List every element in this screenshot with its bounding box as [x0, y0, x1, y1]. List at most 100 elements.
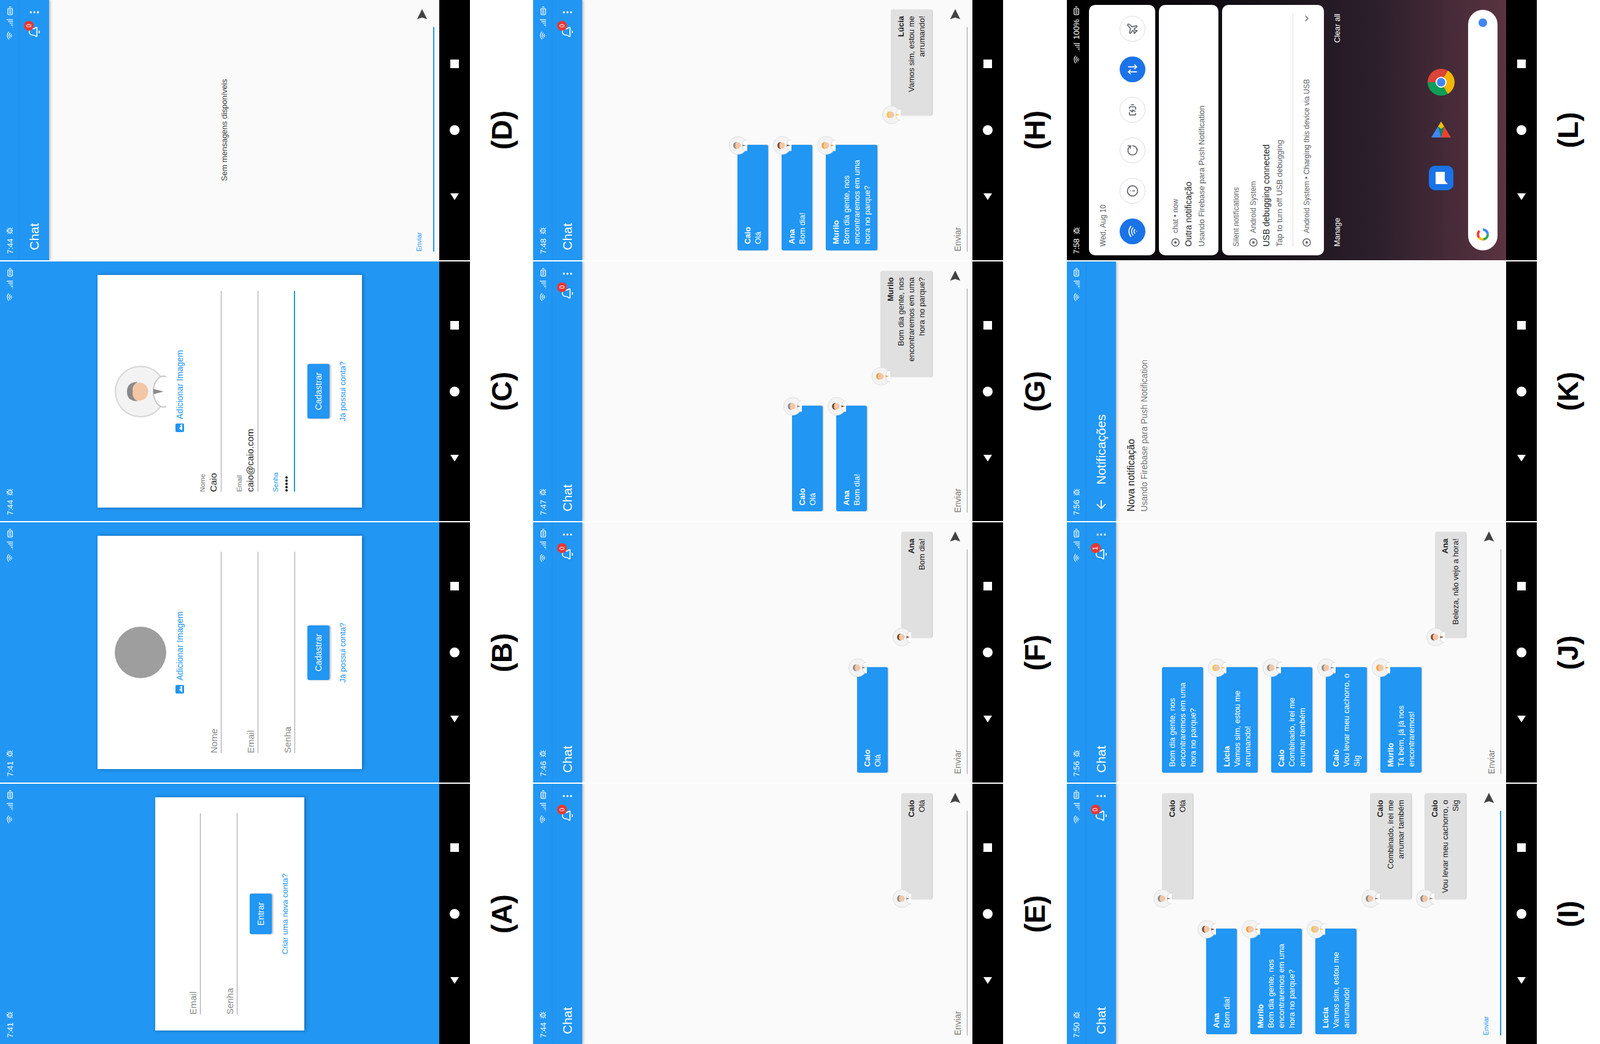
home-icon[interactable]: [448, 385, 461, 398]
recents-icon[interactable]: [1515, 579, 1528, 593]
quick-tile[interactable]: [1119, 177, 1146, 204]
recents-icon[interactable]: [448, 57, 461, 70]
quick-tile[interactable]: [1119, 137, 1146, 164]
notification-button[interactable]: 0: [1095, 809, 1108, 822]
menu-icon[interactable]: [561, 528, 574, 542]
google-search-bar[interactable]: [1468, 9, 1498, 251]
notification[interactable]: Android SystemUSB debugging connectedTap…: [1246, 13, 1287, 247]
recents-icon[interactable]: [1515, 57, 1528, 70]
notification-button[interactable]: 0: [561, 809, 574, 822]
message-input[interactable]: Enviar: [409, 26, 435, 252]
recents-icon[interactable]: [981, 841, 994, 854]
recents-icon[interactable]: [448, 841, 461, 854]
messages-icon[interactable]: [1427, 164, 1455, 192]
back-icon[interactable]: [448, 973, 461, 986]
add-image-button[interactable]: Adicionar Imagem: [174, 611, 185, 694]
send-icon[interactable]: [948, 7, 962, 21]
menu-icon[interactable]: [1095, 789, 1108, 802]
message-input[interactable]: Enviar: [942, 26, 968, 252]
notification-button[interactable]: 0: [561, 548, 574, 561]
recents-icon[interactable]: [448, 319, 461, 332]
back-icon[interactable]: [981, 973, 994, 986]
submit-button[interactable]: Cadastrar: [307, 363, 330, 419]
home-icon[interactable]: [448, 123, 461, 137]
menu-icon[interactable]: [1095, 528, 1108, 542]
message-input[interactable]: Enviar: [1476, 549, 1502, 775]
back-icon[interactable]: [448, 451, 461, 464]
submit-button[interactable]: Entrar: [249, 893, 272, 934]
home-icon[interactable]: [981, 123, 994, 137]
quick-tile[interactable]: [1119, 56, 1146, 83]
text-field[interactable]: Senha: [209, 812, 238, 1015]
submit-button[interactable]: Cadastrar: [307, 625, 330, 680]
back-icon[interactable]: [1515, 712, 1528, 725]
recents-icon[interactable]: [1515, 841, 1528, 854]
home-icon[interactable]: [1515, 385, 1528, 398]
expand-chevron-icon[interactable]: [1301, 13, 1312, 24]
home-icon[interactable]: [981, 385, 994, 398]
home-icon[interactable]: [1515, 646, 1528, 659]
back-icon[interactable]: [1515, 973, 1528, 986]
back-icon[interactable]: [981, 451, 994, 464]
back-icon[interactable]: [981, 190, 994, 203]
form-link[interactable]: Já possui conta?: [338, 622, 348, 683]
notification-button[interactable]: 0: [561, 287, 574, 300]
notification[interactable]: Android System • Charging this device vi…: [1299, 13, 1315, 247]
send-icon[interactable]: [948, 268, 962, 283]
send-icon[interactable]: [1482, 790, 1496, 805]
back-icon[interactable]: [1515, 190, 1528, 203]
notification-button[interactable]: 1: [1095, 548, 1108, 561]
send-icon[interactable]: [1482, 530, 1496, 544]
back-icon[interactable]: [448, 712, 461, 725]
recents-icon[interactable]: [448, 579, 461, 593]
home-icon[interactable]: [1515, 907, 1528, 920]
home-icon[interactable]: [448, 907, 461, 920]
add-image-button[interactable]: Adicionar Imagem: [174, 349, 185, 433]
message-input[interactable]: Enviar: [942, 288, 968, 513]
form-link[interactable]: Criar uma nova conta?: [280, 873, 290, 954]
send-icon[interactable]: [415, 7, 429, 21]
notification-item[interactable]: Nova notificaçãoUsando Firebase para Pus…: [1115, 261, 1159, 522]
profile-photo[interactable]: [114, 365, 167, 418]
home-icon[interactable]: [1515, 123, 1528, 137]
back-arrow-icon[interactable]: [1094, 498, 1108, 512]
text-field[interactable]: Nome: [193, 552, 222, 754]
back-icon[interactable]: [448, 190, 461, 203]
recents-icon[interactable]: [1515, 319, 1528, 332]
back-icon[interactable]: [1515, 451, 1528, 464]
shade-action-button[interactable]: Manage: [1332, 217, 1342, 247]
text-field[interactable]: Senha•••••: [266, 290, 296, 493]
quick-tile[interactable]: [1119, 15, 1146, 42]
menu-icon[interactable]: [561, 789, 574, 802]
form-link[interactable]: Já possui conta?: [338, 361, 348, 422]
message-input[interactable]: Enviar: [942, 810, 968, 1035]
notification-button[interactable]: 0: [28, 25, 41, 39]
menu-icon[interactable]: [561, 6, 574, 19]
recents-icon[interactable]: [981, 319, 994, 332]
quick-tile[interactable]: [1119, 96, 1146, 123]
message-input[interactable]: Enviar: [942, 549, 968, 775]
text-field[interactable]: Email: [230, 552, 259, 754]
shade-action-button[interactable]: Clear all: [1332, 13, 1342, 43]
play-store-icon[interactable]: [1427, 116, 1455, 144]
recents-icon[interactable]: [981, 57, 994, 70]
home-icon[interactable]: [981, 907, 994, 920]
home-icon[interactable]: [448, 646, 461, 659]
recents-icon[interactable]: [981, 579, 994, 593]
menu-icon[interactable]: [561, 267, 574, 280]
notification[interactable]: chat • nowOutra notificaçãoUsando Fireba…: [1168, 13, 1209, 247]
chrome-icon[interactable]: [1427, 68, 1455, 96]
quick-tile[interactable]: [1119, 218, 1146, 245]
home-icon[interactable]: [981, 646, 994, 659]
text-field[interactable]: Senha: [266, 552, 296, 754]
text-field[interactable]: NomeCaio: [193, 290, 222, 493]
send-icon[interactable]: [948, 530, 962, 544]
menu-icon[interactable]: [28, 6, 41, 19]
assistant-icon[interactable]: [1478, 18, 1488, 27]
text-field[interactable]: Email: [172, 812, 201, 1015]
message-input[interactable]: Enviar: [1476, 810, 1502, 1035]
send-icon[interactable]: [948, 790, 962, 805]
text-field[interactable]: Emailcaio@caio.com: [230, 290, 259, 493]
notification-button[interactable]: 0: [561, 25, 574, 39]
photo-placeholder[interactable]: [114, 626, 167, 678]
